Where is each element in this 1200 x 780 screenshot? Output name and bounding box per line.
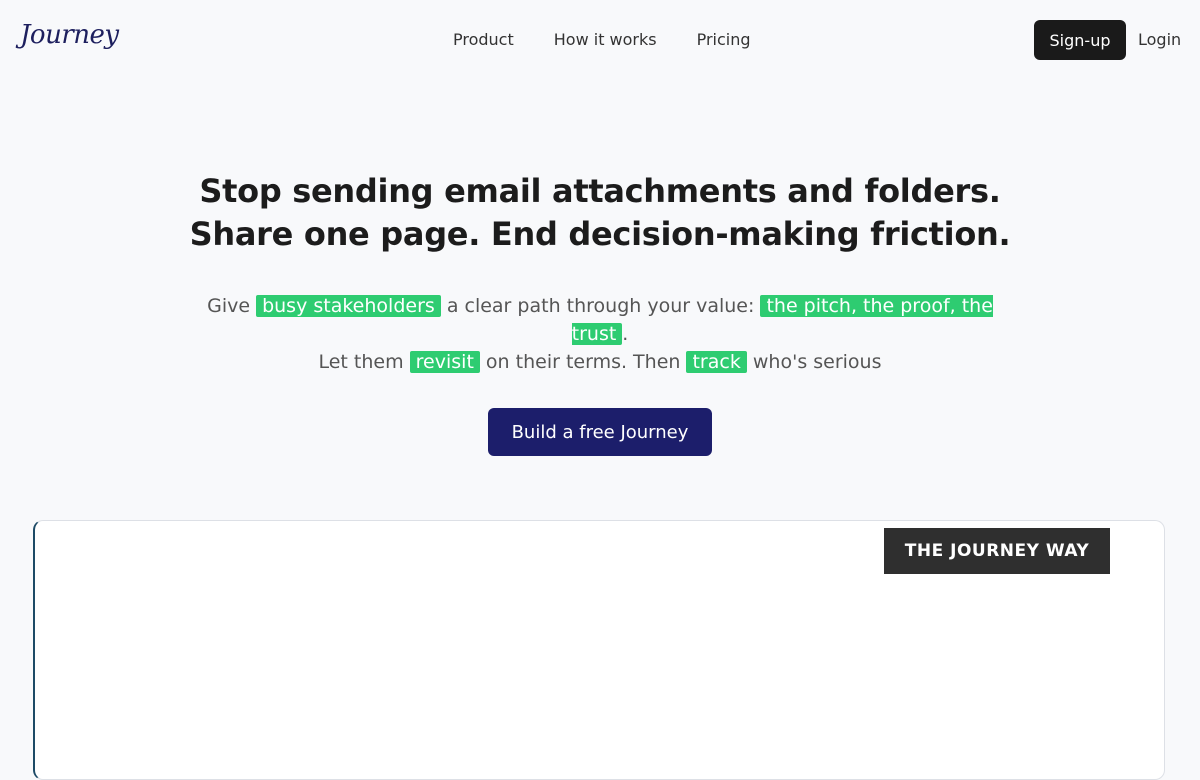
signup-button[interactable]: Sign-up	[1034, 20, 1126, 60]
subtext-part: Let them	[318, 351, 410, 373]
headline-line-1: Stop sending email attachments and folde…	[199, 172, 1001, 210]
nav-product-link[interactable]: Product	[453, 30, 514, 49]
highlight-revisit: revisit	[409, 351, 480, 373]
subtext-part: who's serious	[746, 351, 882, 373]
headline-line-2: Share one page. End decision-making fric…	[189, 215, 1011, 253]
subtext-part: Give	[207, 295, 257, 317]
subtext-part: .	[622, 323, 629, 345]
journey-way-badge: THE JOURNEY WAY	[884, 528, 1110, 574]
highlight-busy-stakeholders: busy stakeholders	[256, 295, 441, 317]
highlight-track: track	[686, 351, 747, 373]
login-link[interactable]: Login	[1138, 30, 1181, 49]
hero-subtext: Give busy stakeholders a clear path thro…	[200, 292, 1000, 376]
main-nav: Product How it works Pricing	[453, 30, 751, 49]
build-free-journey-button[interactable]: Build a free Journey	[488, 408, 712, 456]
subtext-part: a clear path through your value:	[440, 295, 761, 317]
nav-pricing-link[interactable]: Pricing	[697, 30, 751, 49]
subtext-part: on their terms. Then	[479, 351, 687, 373]
top-navbar: Journey Product How it works Pricing Sig…	[0, 0, 1200, 80]
nav-how-it-works-link[interactable]: How it works	[554, 30, 657, 49]
journey-logo[interactable]: Journey	[20, 20, 119, 50]
hero-headline: Stop sending email attachments and folde…	[0, 170, 1200, 256]
